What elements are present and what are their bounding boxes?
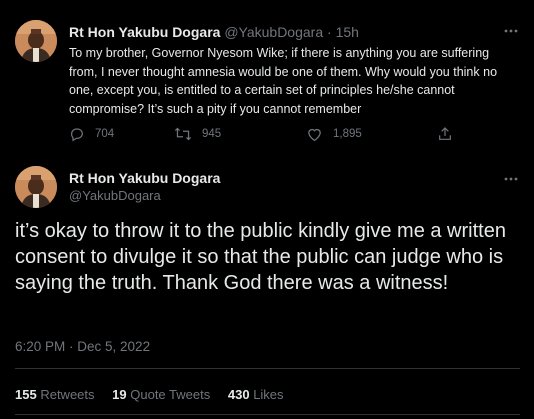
author-handle[interactable]: @YakubDogara (224, 24, 323, 40)
retweets-label: Retweets (40, 387, 95, 402)
more-dots-icon[interactable] (502, 22, 520, 40)
likes-count: 430 (227, 387, 250, 402)
retweet-icon (174, 127, 192, 141)
like-button[interactable]: 1,895 (306, 124, 362, 144)
main-tweet: Rt Hon Yakubu Dogara @YakubDogara it’s o… (0, 150, 534, 419)
quote-tweets-stat[interactable]: 19 Quote Tweets (112, 387, 214, 402)
author-handle[interactable]: @YakubDogara (69, 187, 161, 205)
reply-tweet[interactable]: Rt Hon Yakubu Dogara @YakubDogara · 15h … (0, 0, 534, 150)
heart-icon (308, 128, 321, 142)
reply-bubble-icon (71, 128, 83, 142)
likes-label: Likes (253, 387, 284, 402)
avatar[interactable] (15, 20, 57, 62)
avatar-photo-icon (15, 166, 57, 208)
tweet-stats: 155 Retweets 19 Quote Tweets 430 Likes (15, 386, 298, 404)
share-button[interactable] (437, 124, 463, 144)
retweet-button[interactable]: 945 (174, 124, 221, 144)
tweet-text: it’s okay to throw it to the public kind… (15, 220, 506, 294)
tweet-text: To my brother, Governor Nyesom Wike; if … (69, 46, 498, 116)
tweet-actions: 704 945 1,895 (69, 124, 451, 144)
reply-count: 704 (95, 128, 115, 140)
tweet-header: Rt Hon Yakubu Dogara @YakubDogara · 15h (69, 23, 359, 41)
separator: · (327, 24, 332, 40)
share-icon (439, 127, 451, 140)
like-count: 1,895 (333, 128, 362, 140)
author-name[interactable]: Rt Hon Yakubu Dogara (69, 24, 220, 40)
avatar-photo-icon (15, 20, 57, 62)
divider (15, 414, 520, 415)
divider (15, 368, 520, 369)
author-name[interactable]: Rt Hon Yakubu Dogara (69, 169, 220, 187)
retweets-count: 155 (15, 387, 37, 402)
likes-stat[interactable]: 430 Likes (228, 387, 284, 402)
quote-tweets-count: 19 (112, 387, 127, 402)
retweet-count: 945 (202, 128, 222, 140)
avatar[interactable] (15, 166, 57, 208)
time-ago[interactable]: 15h (336, 24, 359, 40)
retweets-stat[interactable]: 155 Retweets (15, 387, 98, 402)
reply-button[interactable]: 704 (69, 124, 114, 144)
tweet-timestamp[interactable]: 6:20 PM · Dec 5, 2022 (15, 338, 150, 356)
quote-tweets-label: Quote Tweets (130, 387, 211, 402)
more-dots-icon[interactable] (502, 170, 520, 188)
